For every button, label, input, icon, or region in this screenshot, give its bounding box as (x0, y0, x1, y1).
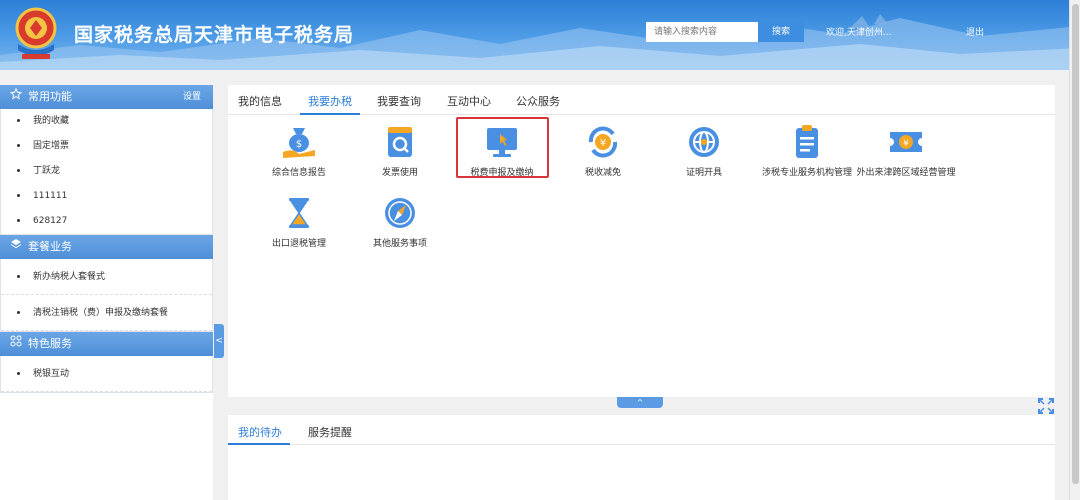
ticket-yuan-icon: ¥ (886, 122, 926, 162)
sidebar-item[interactable]: 新办纳税人套餐式 (1, 259, 212, 295)
globe-certificate-icon (684, 122, 724, 162)
service-item-label: 综合信息报告 (271, 168, 326, 178)
service-item-tax-relief[interactable]: ¥ 税收减免 (553, 122, 653, 180)
tab-my-info[interactable]: 我的信息 (238, 93, 282, 109)
sidebar-header-label: 套餐业务 (28, 240, 72, 253)
yuan-refresh-icon: ¥ (583, 122, 623, 162)
sidebar-item-label: 丁跃龙 (33, 166, 61, 176)
tab-query[interactable]: 我要查询 (377, 93, 421, 109)
tab-public-service[interactable]: 公众服务 (516, 93, 560, 109)
service-item-label: 出口退税管理 (271, 239, 326, 249)
page-scrollbar[interactable] (1069, 0, 1080, 500)
service-item-cross-region[interactable]: ¥ 外出来津跨区域经营管理 (856, 122, 956, 180)
sidebar-item-label: 固定增票 (33, 141, 70, 151)
service-item-info-report[interactable]: $ 综合信息报告 (249, 122, 349, 180)
service-item-invoice[interactable]: 发票使用 (350, 122, 450, 180)
layers-icon (10, 235, 24, 259)
bottom-tabs: 我的待办 服务提醒 (228, 415, 1055, 445)
sidebar-item-label: 111111 (33, 191, 68, 201)
tab-service-reminder[interactable]: 服务提醒 (308, 424, 352, 440)
sidebar-header-label: 特色服务 (28, 337, 72, 350)
service-item-label: 涉税专业服务机构管理 (761, 168, 852, 178)
service-item-export-refund[interactable]: 出口退税管理 (249, 193, 349, 251)
clipboard-icon (787, 122, 827, 162)
sidebar-item-label: 清税注销税（费）申报及缴纳套餐 (33, 308, 169, 318)
highlight-annotation (456, 117, 549, 178)
star-icon (9, 85, 24, 109)
sidebar-header-special[interactable]: 特色服务 (0, 332, 213, 356)
service-item-label: 发票使用 (381, 168, 418, 178)
active-tab-indicator (228, 443, 290, 445)
tax-emblem-icon (15, 7, 57, 59)
main-panel: 我的信息 我要办税 我要查询 互动中心 公众服务 $ 综合信息报告 发票使用 税… (228, 85, 1055, 397)
sidebar-header-label: 常用功能 (28, 90, 72, 103)
sidebar-list-special: 税银互动 (0, 356, 213, 393)
search-button[interactable]: 搜索 (758, 22, 804, 42)
sidebar-item[interactable]: 111111 (1, 184, 212, 209)
sidebar-item-label: 税银互动 (33, 369, 70, 379)
service-item-other[interactable]: 其他服务事项 (350, 193, 450, 251)
sidebar-header-packages[interactable]: 套餐业务 (0, 235, 213, 259)
sidebar-collapse-button[interactable]: < (214, 324, 224, 358)
fullscreen-icon[interactable] (1037, 397, 1055, 415)
hourglass-icon (279, 193, 319, 233)
sidebar-item[interactable]: 628127 (1, 209, 212, 234)
panel-expand-button[interactable]: ^ (617, 397, 663, 408)
sidebar-list-packages: 新办纳税人套餐式 清税注销税（费）申报及缴纳套餐 (0, 259, 213, 332)
service-item-label: 证明开具 (685, 168, 722, 178)
service-item-label: 其他服务事项 (372, 239, 427, 249)
sidebar-item[interactable]: 固定增票 (1, 134, 212, 159)
settings-link[interactable]: 设置 (183, 85, 201, 109)
welcome-text: 欢迎,天津创州... (826, 28, 892, 38)
money-bag-icon: $ (279, 122, 319, 162)
svg-text:$: $ (296, 139, 302, 150)
header-banner: 国家税务总局天津市电子税务局 搜索 欢迎,天津创州... 退出 (0, 0, 1080, 70)
scrollbar-thumb[interactable] (1072, 4, 1079, 484)
tab-my-todo[interactable]: 我的待办 (238, 424, 282, 440)
svg-text:¥: ¥ (600, 138, 606, 149)
service-item-label: 税收减免 (584, 168, 621, 178)
sidebar-item[interactable]: 清税注销税（费）申报及缴纳套餐 (1, 295, 212, 331)
sidebar-item[interactable]: 我的收藏 (1, 109, 212, 134)
grid-icon (10, 332, 24, 356)
sidebar-item-label: 628127 (33, 216, 68, 226)
tab-interaction[interactable]: 互动中心 (447, 93, 491, 109)
sidebar-item-label: 我的收藏 (33, 116, 70, 126)
sidebar-header-common[interactable]: 常用功能 设置 (0, 85, 213, 109)
active-tab-indicator (300, 113, 360, 115)
site-title: 国家税务总局天津市电子税务局 (74, 24, 355, 46)
logout-link[interactable]: 退出 (966, 25, 984, 38)
service-item-agency-management[interactable]: 涉税专业服务机构管理 (755, 122, 859, 180)
bottom-panel: 我的待办 服务提醒 (228, 415, 1055, 500)
invoice-search-icon (380, 122, 420, 162)
tab-tax-handling[interactable]: 我要办税 (308, 93, 352, 109)
search-input[interactable] (646, 22, 758, 42)
sidebar-list-common: 我的收藏 固定增票 丁跃龙 111111 628127 (0, 109, 213, 235)
service-item-certificate[interactable]: 证明开具 (654, 122, 754, 180)
main-tabs: 我的信息 我要办税 我要查询 互动中心 公众服务 (228, 85, 1055, 115)
sidebar-item[interactable]: 税银互动 (1, 356, 212, 392)
sidebar-item[interactable]: 丁跃龙 (1, 159, 212, 184)
sidebar: 常用功能 设置 我的收藏 固定增票 丁跃龙 111111 628127 套餐业务… (0, 85, 213, 500)
service-item-label: 外出来津跨区域经营管理 (856, 168, 956, 178)
sidebar-item-label: 新办纳税人套餐式 (33, 272, 106, 282)
compass-icon (380, 193, 420, 233)
svg-text:¥: ¥ (903, 139, 909, 149)
